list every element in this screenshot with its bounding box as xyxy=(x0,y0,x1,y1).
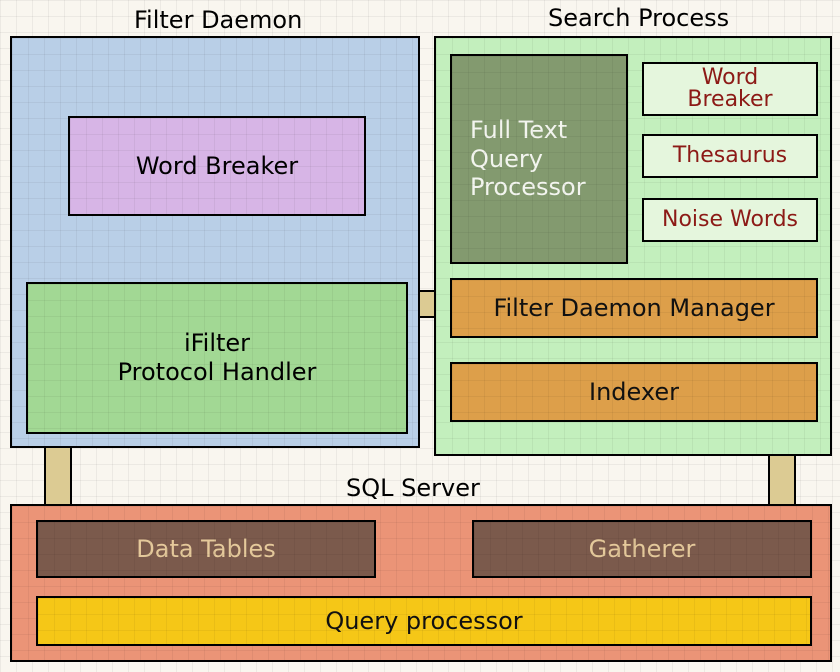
ifilter-label-line2: Protocol Handler xyxy=(118,358,317,387)
filterdaemon-word-breaker-label: Word Breaker xyxy=(136,152,298,181)
ftqp-label-line2: Query xyxy=(470,145,543,174)
ftqp-label-line1: Full Text xyxy=(470,116,567,145)
sp-word-breaker: Word Breaker xyxy=(642,62,818,116)
sp-thesaurus: Thesaurus xyxy=(642,134,818,178)
diagram-root: Filter Daemon Search Process SQL Server … xyxy=(0,0,840,672)
ifilter-protocol-handler: iFilter Protocol Handler xyxy=(26,282,408,434)
filter-daemon-container: Word Breaker iFilter Protocol Handler xyxy=(10,36,420,448)
query-processor-label: Query processor xyxy=(325,607,522,636)
query-processor: Query processor xyxy=(36,596,812,646)
data-tables-label: Data Tables xyxy=(136,535,276,564)
search-process-container: Full Text Query Processor Word Breaker T… xyxy=(434,36,832,456)
ftqp-label-line3: Processor xyxy=(470,173,586,202)
title-filter-daemon: Filter Daemon xyxy=(134,6,302,34)
title-sql-server: SQL Server xyxy=(346,474,480,502)
sp-thesaurus-label: Thesaurus xyxy=(673,143,787,169)
ifilter-label-line1: iFilter xyxy=(184,329,250,358)
filterdaemon-word-breaker: Word Breaker xyxy=(68,116,366,216)
indexer: Indexer xyxy=(450,362,818,422)
title-search-process: Search Process xyxy=(548,4,729,32)
sp-noise-words-label: Noise Words xyxy=(662,207,798,233)
filter-daemon-manager: Filter Daemon Manager xyxy=(450,278,818,338)
sp-noise-words: Noise Words xyxy=(642,198,818,242)
gatherer: Gatherer xyxy=(472,520,812,578)
full-text-query-processor: Full Text Query Processor xyxy=(450,54,628,264)
indexer-label: Indexer xyxy=(589,378,679,407)
filter-daemon-manager-label: Filter Daemon Manager xyxy=(493,294,774,323)
data-tables: Data Tables xyxy=(36,520,376,578)
gatherer-label: Gatherer xyxy=(589,535,696,564)
sp-word-breaker-l2: Breaker xyxy=(687,89,772,111)
sp-word-breaker-l1: Word xyxy=(702,67,759,89)
sql-server-container: Data Tables Gatherer Query processor xyxy=(10,504,832,662)
